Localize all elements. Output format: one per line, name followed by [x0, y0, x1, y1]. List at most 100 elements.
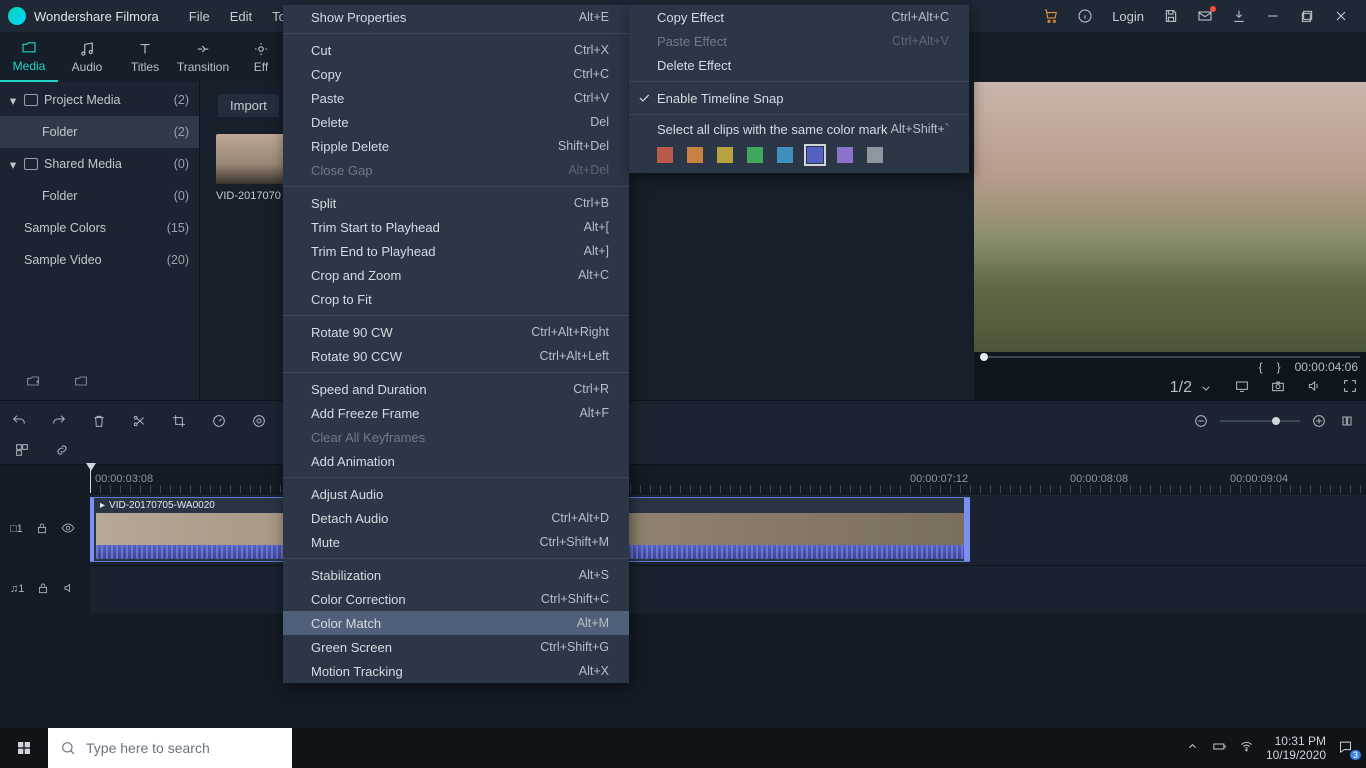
zoom-fit-icon[interactable] [1338, 412, 1356, 430]
undo-icon[interactable] [10, 412, 28, 430]
sidebar-item-1[interactable]: Folder(2) [0, 116, 199, 148]
ctx-item-delete[interactable]: DeleteDel [283, 110, 629, 134]
taskbar-search[interactable]: Type here to search [48, 728, 292, 768]
tab-titles[interactable]: Titles [116, 32, 174, 82]
mute-icon[interactable] [62, 581, 76, 598]
zoom-in-icon[interactable] [1310, 412, 1328, 430]
media-thumbnail[interactable]: VID-2017070 [216, 134, 286, 202]
sidebar-item-5[interactable]: Sample Video(20) [0, 244, 199, 276]
info-icon[interactable] [1068, 0, 1102, 32]
menu-edit[interactable]: Edit [220, 9, 262, 24]
maximize-icon[interactable] [1290, 0, 1324, 32]
ctx-item-color-correction[interactable]: Color CorrectionCtrl+Shift+C [283, 587, 629, 611]
ctx-item-show-properties[interactable]: Show PropertiesAlt+E [283, 5, 629, 29]
ctx-item-shortcut: Ctrl+Shift+G [540, 640, 609, 654]
start-button[interactable] [0, 728, 48, 768]
cart-icon[interactable] [1034, 0, 1068, 32]
new-folder-icon[interactable] [24, 373, 42, 394]
ctx-item-crop-to-fit[interactable]: Crop to Fit [283, 287, 629, 311]
color-swatch-4[interactable] [777, 147, 793, 163]
tab-media[interactable]: Media [0, 32, 58, 82]
ctx2-item-delete-effect[interactable]: Delete Effect [629, 53, 969, 77]
ctx-item-add-freeze-frame[interactable]: Add Freeze FrameAlt+F [283, 401, 629, 425]
lock-icon[interactable] [35, 521, 49, 538]
color-swatch-6[interactable] [837, 147, 853, 163]
tab-transition[interactable]: Transition [174, 32, 232, 82]
split-icon[interactable] [130, 412, 148, 430]
visibility-icon[interactable] [61, 521, 75, 538]
ctx-item-cut[interactable]: CutCtrl+X [283, 38, 629, 62]
ctx-item-label: Rotate 90 CCW [311, 349, 402, 364]
sidebar-item-2[interactable]: ▾Shared Media(0) [0, 148, 199, 180]
tab-effects[interactable]: Eff [232, 32, 290, 82]
delete-icon[interactable] [90, 412, 108, 430]
timeline-ruler[interactable]: 00:00:03:08 00:00:07:12 00:00:08:08 00:0… [0, 465, 1366, 493]
battery-icon[interactable] [1212, 739, 1227, 757]
ctx-item-copy[interactable]: CopyCtrl+C [283, 62, 629, 86]
ctx-item-split[interactable]: SplitCtrl+B [283, 191, 629, 215]
color-swatch-3[interactable] [747, 147, 763, 163]
color-swatch-0[interactable] [657, 147, 673, 163]
fullscreen-icon[interactable] [1342, 378, 1358, 399]
ctx-item-color-match[interactable]: Color MatchAlt+M [283, 611, 629, 635]
notifications-icon[interactable]: 3 [1338, 739, 1358, 757]
login-button[interactable]: Login [1102, 9, 1154, 24]
clip-selection-edge[interactable] [964, 498, 970, 561]
link-icon[interactable] [54, 442, 70, 463]
save-icon[interactable] [1154, 0, 1188, 32]
zoom-out-icon[interactable] [1192, 412, 1210, 430]
mark-in-button[interactable]: { [1259, 360, 1263, 374]
ctx-item-label: Copy [311, 67, 341, 82]
ctx-item-green-screen[interactable]: Green ScreenCtrl+Shift+G [283, 635, 629, 659]
ctx-item-paste[interactable]: PasteCtrl+V [283, 86, 629, 110]
ctx-item-crop-and-zoom[interactable]: Crop and ZoomAlt+C [283, 263, 629, 287]
ctx-item-trim-end-to-playhead[interactable]: Trim End to PlayheadAlt+] [283, 239, 629, 263]
taskbar-clock[interactable]: 10:31 PM 10/19/2020 [1266, 734, 1326, 762]
ctx-item-rotate-90-ccw[interactable]: Rotate 90 CCWCtrl+Alt+Left [283, 344, 629, 368]
preview-quality[interactable]: 1/2 [1170, 379, 1214, 397]
audio-lock-icon[interactable] [36, 581, 50, 598]
track-manager-icon[interactable] [14, 442, 30, 463]
ctx-item-rotate-90-cw[interactable]: Rotate 90 CWCtrl+Alt+Right [283, 320, 629, 344]
menu-file[interactable]: File [179, 9, 220, 24]
sidebar-item-4[interactable]: Sample Colors(15) [0, 212, 199, 244]
ctx-item-adjust-audio[interactable]: Adjust Audio [283, 482, 629, 506]
mail-icon[interactable] [1188, 0, 1222, 32]
close-icon[interactable] [1324, 0, 1358, 32]
speed-icon[interactable] [210, 412, 228, 430]
preview-volume-icon[interactable] [1306, 378, 1322, 399]
sidebar-item-3[interactable]: Folder(0) [0, 180, 199, 212]
ctx-item-add-animation[interactable]: Add Animation [283, 449, 629, 473]
ctx2-enable-snap[interactable]: Enable Timeline Snap [629, 86, 969, 110]
ctx-item-ripple-delete[interactable]: Ripple DeleteShift+Del [283, 134, 629, 158]
import-tab[interactable]: Import [218, 94, 279, 117]
detach-preview-icon[interactable] [1234, 378, 1250, 399]
color-swatch-2[interactable] [717, 147, 733, 163]
ctx-item-motion-tracking[interactable]: Motion TrackingAlt+X [283, 659, 629, 683]
playhead[interactable] [90, 465, 91, 493]
color-swatch-7[interactable] [867, 147, 883, 163]
ruler-time-0: 00:00:03:08 [95, 473, 153, 485]
ctx2-item-copy-effect[interactable]: Copy EffectCtrl+Alt+C [629, 5, 969, 29]
snapshot-icon[interactable] [1270, 378, 1286, 399]
color-swatch-1[interactable] [687, 147, 703, 163]
wifi-icon[interactable] [1239, 739, 1254, 757]
redo-icon[interactable] [50, 412, 68, 430]
ctx-item-trim-start-to-playhead[interactable]: Trim Start to PlayheadAlt+[ [283, 215, 629, 239]
folder-icon[interactable] [72, 373, 90, 394]
crop-icon[interactable] [170, 412, 188, 430]
color-swatch-5[interactable] [807, 147, 823, 163]
sidebar-item-0[interactable]: ▾Project Media(2) [0, 84, 199, 116]
ctx-item-speed-and-duration[interactable]: Speed and DurationCtrl+R [283, 377, 629, 401]
color-icon[interactable] [250, 412, 268, 430]
tray-chevron-icon[interactable] [1185, 739, 1200, 757]
download-icon[interactable] [1222, 0, 1256, 32]
ctx-item-stabilization[interactable]: StabilizationAlt+S [283, 563, 629, 587]
zoom-slider[interactable] [1220, 420, 1300, 422]
ctx-item-mute[interactable]: MuteCtrl+Shift+M [283, 530, 629, 554]
tab-audio[interactable]: Audio [58, 32, 116, 82]
mark-out-button[interactable]: } [1277, 360, 1281, 374]
minimize-icon[interactable] [1256, 0, 1290, 32]
ctx-item-label: Paste Effect [657, 34, 727, 49]
ctx-item-detach-audio[interactable]: Detach AudioCtrl+Alt+D [283, 506, 629, 530]
